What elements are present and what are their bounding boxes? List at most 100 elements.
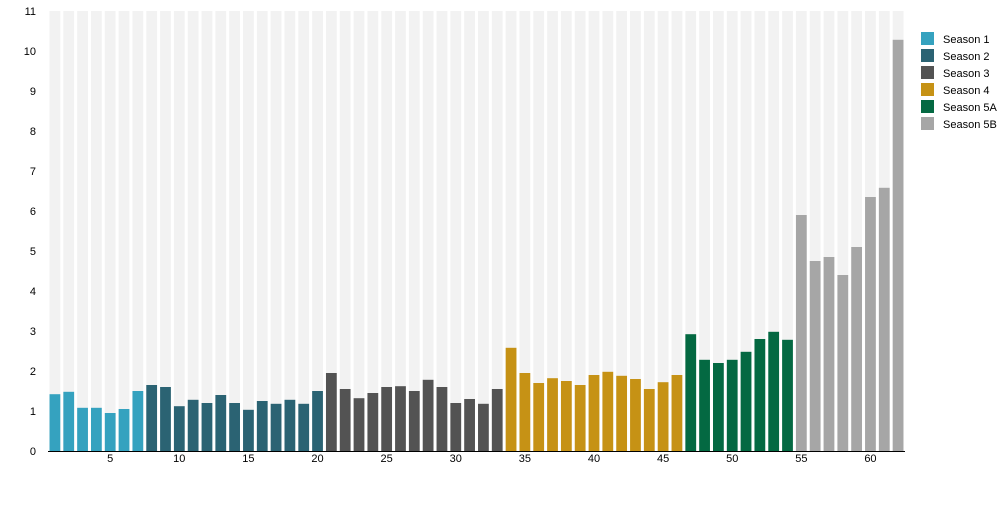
- bar-44[interactable]: [643, 389, 655, 451]
- bar-23[interactable]: [353, 398, 365, 451]
- bar-36[interactable]: [533, 383, 545, 451]
- bar-11[interactable]: [187, 399, 199, 451]
- bar-48[interactable]: [699, 359, 710, 451]
- background-stripe: [339, 11, 351, 451]
- background-stripe: [395, 11, 406, 451]
- bar-6[interactable]: [118, 409, 130, 451]
- bar-16[interactable]: [256, 401, 268, 451]
- bar-39[interactable]: [574, 385, 586, 451]
- bar-33[interactable]: [491, 389, 503, 451]
- bar-47[interactable]: [685, 334, 697, 451]
- bar-51[interactable]: [740, 351, 752, 451]
- bar-53[interactable]: [768, 331, 780, 451]
- bar-19[interactable]: [298, 403, 310, 451]
- y-tick-label: 11: [25, 6, 36, 18]
- legend-item[interactable]: Season 5A: [921, 100, 997, 114]
- bar-9[interactable]: [160, 387, 171, 451]
- bar-62[interactable]: [892, 39, 904, 452]
- legend-item[interactable]: Season 4: [921, 83, 989, 97]
- bar-29[interactable]: [436, 387, 448, 451]
- bar-25[interactable]: [381, 387, 393, 451]
- bar-46[interactable]: [671, 375, 683, 451]
- bar-21[interactable]: [325, 373, 337, 451]
- bar-58[interactable]: [837, 275, 849, 451]
- legend-swatch: [921, 117, 934, 130]
- bar-13[interactable]: [215, 395, 227, 451]
- bar-26[interactable]: [395, 386, 406, 451]
- background-stripe: [436, 11, 448, 451]
- bar-61[interactable]: [878, 187, 890, 452]
- bar-43[interactable]: [630, 379, 641, 451]
- bar-40[interactable]: [588, 375, 600, 451]
- bar-54[interactable]: [782, 339, 793, 451]
- legend-item[interactable]: Season 1: [921, 32, 989, 46]
- bar-14[interactable]: [229, 403, 240, 451]
- background-stripe: [270, 11, 282, 451]
- bar-5[interactable]: [104, 413, 116, 451]
- y-tick-label: 7: [30, 166, 36, 178]
- background-stripe: [450, 11, 462, 451]
- x-tick-label: 5: [107, 453, 113, 465]
- bar-37[interactable]: [547, 378, 558, 451]
- bar-32[interactable]: [478, 403, 489, 451]
- bar-15[interactable]: [243, 409, 254, 451]
- background-stripe: [298, 11, 310, 451]
- background-stripe: [256, 11, 268, 451]
- background-stripe: [408, 11, 420, 451]
- bar-57[interactable]: [823, 257, 835, 451]
- bar-3[interactable]: [77, 407, 88, 451]
- legend-label: Season 2: [943, 51, 989, 63]
- y-tick-label: 6: [30, 206, 36, 218]
- bar-60[interactable]: [865, 197, 876, 451]
- bar-2[interactable]: [63, 391, 75, 451]
- bar-59[interactable]: [851, 247, 863, 451]
- bar-49[interactable]: [713, 363, 724, 451]
- bar-55[interactable]: [795, 215, 807, 451]
- background-stripe: [187, 11, 199, 451]
- bar-28[interactable]: [422, 379, 434, 451]
- bar-56[interactable]: [809, 261, 821, 451]
- bar-24[interactable]: [367, 393, 379, 451]
- x-tick-label: 60: [864, 453, 876, 465]
- bar-20[interactable]: [312, 391, 323, 451]
- legend-label: Season 3: [943, 68, 989, 80]
- bar-31[interactable]: [464, 399, 475, 451]
- bar-41[interactable]: [602, 371, 614, 451]
- legend-label: Season 1: [943, 34, 989, 46]
- bar-52[interactable]: [754, 339, 766, 451]
- bar-10[interactable]: [173, 406, 185, 451]
- background-stripe: [215, 11, 227, 451]
- bar-35[interactable]: [519, 373, 531, 451]
- bar-38[interactable]: [560, 381, 572, 451]
- bar-34[interactable]: [505, 347, 517, 451]
- background-stripe: [173, 11, 185, 451]
- bar-17[interactable]: [270, 403, 282, 451]
- y-tick-label: 5: [30, 246, 36, 258]
- bar-27[interactable]: [408, 391, 420, 451]
- bar-12[interactable]: [201, 403, 213, 451]
- bar-7[interactable]: [132, 391, 144, 451]
- background-stripe: [201, 11, 213, 451]
- legend-item[interactable]: Season 2: [921, 49, 989, 63]
- background-stripe: [491, 11, 503, 451]
- bar-22[interactable]: [339, 389, 351, 451]
- y-tick-label: 8: [30, 126, 36, 138]
- bar-18[interactable]: [284, 399, 296, 451]
- background-stripe: [478, 11, 489, 451]
- bar-30[interactable]: [450, 403, 462, 451]
- bar-50[interactable]: [726, 359, 738, 451]
- bar-8[interactable]: [146, 385, 158, 451]
- legend-label: Season 5B: [943, 119, 997, 131]
- x-tick-label: 30: [450, 453, 462, 465]
- legend-item[interactable]: Season 3: [921, 66, 989, 80]
- bar-4[interactable]: [90, 407, 102, 451]
- bar-1[interactable]: [49, 394, 61, 451]
- bar-42[interactable]: [616, 375, 628, 451]
- bar-45[interactable]: [657, 382, 669, 451]
- legend-label: Season 4: [943, 85, 989, 97]
- x-tick-label: 25: [381, 453, 393, 465]
- x-tick-label: 45: [657, 453, 669, 465]
- legend-item[interactable]: Season 5B: [921, 117, 997, 131]
- x-tick-label: 10: [173, 453, 185, 465]
- background-stripe: [284, 11, 296, 451]
